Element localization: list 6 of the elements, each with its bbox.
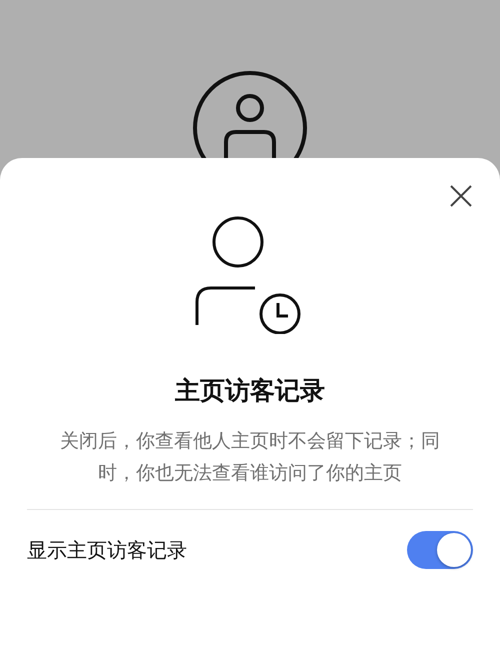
setting-label: 显示主页访客记录 — [27, 536, 187, 564]
avatar-icon — [192, 70, 308, 158]
dialog-description: 关闭后，你查看他人主页时不会留下记录；同时，你也无法查看谁访问了你的主页 — [60, 429, 440, 486]
dialog-title: 主页访客记录 — [175, 375, 325, 407]
toggle-switch[interactable] — [407, 531, 473, 569]
close-icon[interactable] — [449, 184, 473, 208]
